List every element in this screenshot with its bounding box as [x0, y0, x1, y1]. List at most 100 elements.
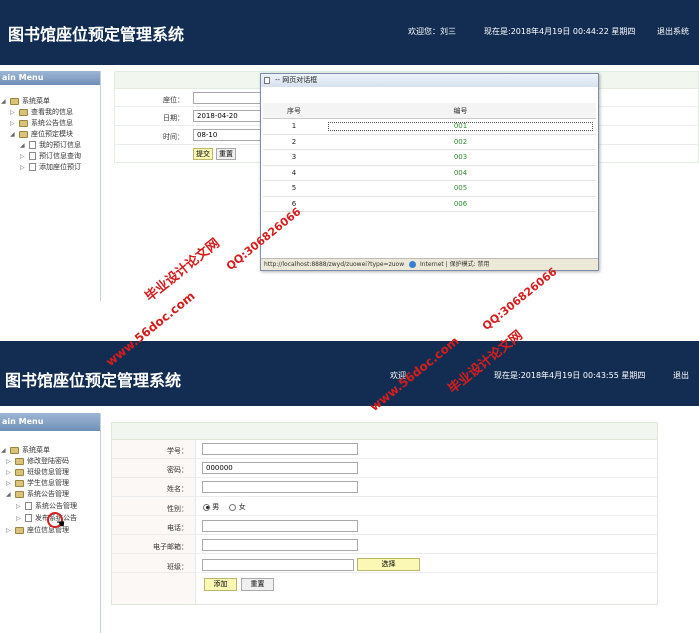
sidebar-title: ain Menu — [0, 413, 100, 431]
table-row[interactable]: 3 003 — [263, 149, 596, 166]
seat-code-link[interactable]: 001 — [325, 118, 596, 135]
name-input[interactable] — [202, 481, 358, 493]
col-no-header: 序号 — [263, 103, 325, 119]
table-row[interactable]: 2 002 — [263, 134, 596, 150]
class-label: 班级： — [167, 563, 188, 571]
tree-root[interactable]: ◢ 系统菜单 — [1, 445, 50, 455]
bottom-header: 图书馆座位预定管理系统 欢迎 现在是:2018年4月19日 00:43:55 星… — [0, 341, 699, 406]
gender-radio-group: 男 女 — [203, 502, 246, 512]
tree-item-my-info[interactable]: ▷ 查看我的信息 — [10, 107, 73, 117]
female-label: 女 — [238, 503, 246, 511]
page-icon — [29, 141, 36, 149]
page-icon — [25, 514, 32, 522]
date-input[interactable]: 2018-04-20 — [193, 110, 263, 122]
tree-item-notice-mgmt[interactable]: ◢ 系统公告管理 — [6, 489, 69, 499]
collapse-icon: ▷ — [6, 468, 11, 476]
folder-icon — [19, 130, 28, 138]
welcome-text: 欢迎您：刘三 — [408, 27, 456, 36]
class-input[interactable] — [202, 559, 354, 571]
male-radio[interactable] — [203, 503, 210, 511]
folder-icon — [15, 490, 24, 498]
password-label: 密码： — [167, 466, 188, 474]
collapse-icon: ▷ — [6, 479, 11, 487]
folder-icon — [15, 526, 24, 534]
email-label: 电子邮箱： — [153, 543, 188, 551]
datetime-text: 现在是:2018年4月19日 00:43:55 星期四 — [494, 371, 646, 380]
tree-item-notice[interactable]: ▷ 系统公告信息 — [10, 118, 73, 128]
col-code-header: 编号 — [325, 103, 596, 119]
tree-item-change-password[interactable]: ▷ 修改登陆密码 — [6, 456, 69, 466]
seat-picker-dialog: -- 网页对话框 序号 编号 1 001 2 002 3 003 4 004 5 005 … — [260, 73, 599, 271]
document-icon — [264, 77, 270, 84]
folder-icon — [10, 97, 19, 105]
tree-item-notice-manage[interactable]: ▷ 系统公告管理 — [16, 501, 77, 511]
collapse-icon: ▷ — [6, 526, 11, 534]
seat-input[interactable] — [193, 92, 263, 104]
gender-label: 性别： — [167, 505, 188, 513]
student-no-input[interactable] — [202, 443, 358, 455]
email-input[interactable] — [202, 539, 358, 551]
tree-root[interactable]: ◢ 系统菜单 — [1, 96, 50, 106]
seat-code-link[interactable]: 004 — [325, 165, 596, 181]
app-title: 图书馆座位预定管理系统 — [5, 371, 182, 390]
top-header: 图书馆座位预定管理系统 欢迎您：刘三 现在是:2018年4月19日 00:44:… — [0, 0, 699, 65]
time-select[interactable]: 08-10 — [193, 129, 263, 141]
collapse-icon: ▷ — [20, 152, 25, 160]
expand-icon: ◢ — [1, 446, 6, 454]
reset-button[interactable]: 重置 — [241, 578, 274, 591]
table-row[interactable]: 1 001 — [263, 118, 596, 135]
status-zone: Internet | 保护模式: 禁用 — [419, 261, 490, 268]
tree-item-student-mgmt[interactable]: ▷ 学生信息管理 — [6, 478, 69, 488]
page-icon — [29, 152, 36, 160]
table-row[interactable]: 4 004 — [263, 165, 596, 181]
expand-icon: ◢ — [1, 97, 6, 105]
folder-icon — [10, 446, 19, 454]
tree-item-seat-module[interactable]: ◢ 座位预定模块 — [10, 129, 73, 139]
table-row[interactable]: 6 006 — [263, 196, 596, 212]
seat-table: 序号 编号 1 001 2 002 3 003 4 004 5 005 6 006 — [263, 103, 596, 212]
expand-icon: ◢ — [6, 490, 11, 498]
tree-item-class-mgmt[interactable]: ▷ 班级信息管理 — [6, 467, 69, 477]
seat-code-link[interactable]: 006 — [325, 196, 596, 212]
tree-item-my-booking[interactable]: ◢ 我的预订信息 — [20, 140, 81, 150]
password-input[interactable]: 000000 — [202, 462, 358, 474]
watermark-text: QQ:306826066 — [479, 264, 560, 333]
submit-button[interactable]: 提交 — [193, 148, 213, 160]
tree-item-add-booking[interactable]: ▷ 添加座位预订 — [20, 162, 81, 172]
seat-code-link[interactable]: 002 — [325, 134, 596, 150]
collapse-icon: ▷ — [20, 163, 25, 171]
table-row[interactable]: 5 005 — [263, 180, 596, 197]
female-radio[interactable] — [229, 503, 237, 511]
reset-button[interactable]: 重置 — [216, 148, 236, 160]
folder-icon — [15, 457, 24, 465]
folder-icon — [19, 108, 28, 116]
status-url: http://localhost:8888/zwyd/zuowei?type=z… — [264, 261, 405, 268]
sidebar-title: ain Menu — [0, 71, 100, 85]
name-label: 姓名： — [167, 485, 188, 493]
phone-input[interactable] — [202, 520, 358, 532]
app-title: 图书馆座位预定管理系统 — [8, 25, 185, 44]
add-button[interactable]: 添加 — [204, 578, 237, 591]
logout-link[interactable]: 退出系统 — [657, 26, 689, 37]
seat-label: 座位： — [163, 96, 184, 104]
expand-icon: ◢ — [20, 141, 25, 149]
male-label: 男 — [212, 503, 220, 511]
datetime-text: 现在是:2018年4月19日 00:44:22 星期四 — [484, 27, 636, 36]
globe-icon — [409, 261, 417, 268]
collapse-icon: ▷ — [10, 119, 15, 127]
date-label: 日期： — [163, 114, 184, 122]
seat-code-link[interactable]: 005 — [325, 180, 596, 197]
page-icon — [25, 502, 32, 510]
logout-link[interactable]: 退出 — [673, 370, 689, 381]
collapse-icon: ▷ — [6, 457, 11, 465]
folder-icon — [19, 119, 28, 127]
phone-label: 电话： — [167, 524, 188, 532]
tree-item-booking-query[interactable]: ▷ 预订信息查询 — [20, 151, 81, 161]
seat-code-link[interactable]: 003 — [325, 149, 596, 166]
collapse-icon: ▷ — [16, 502, 21, 510]
page-icon — [29, 163, 36, 171]
choose-class-button[interactable]: 选择 — [357, 558, 420, 571]
time-label: 时间： — [163, 133, 184, 141]
collapse-icon: ▷ — [10, 108, 15, 116]
student-no-label: 学号： — [167, 447, 188, 455]
